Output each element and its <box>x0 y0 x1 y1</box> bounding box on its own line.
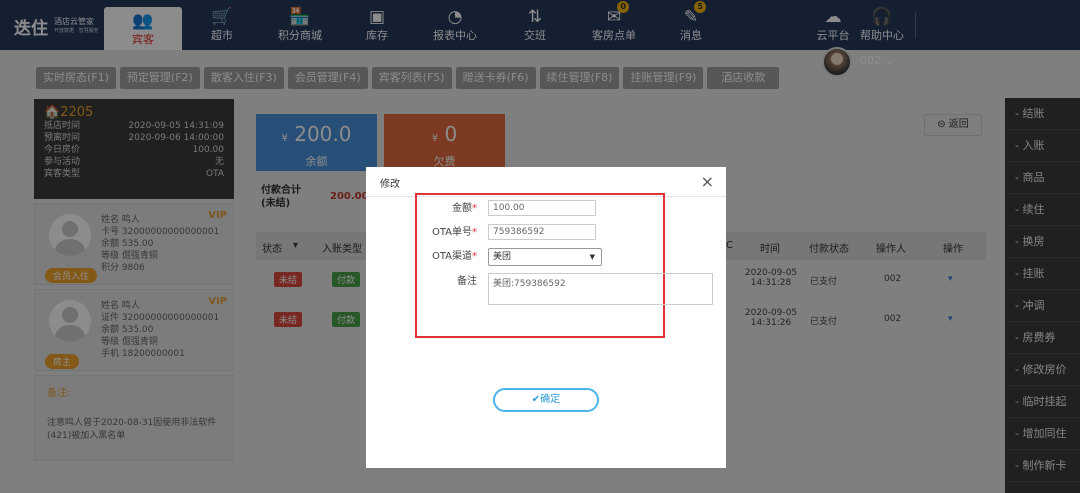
ota-channel-row: OTA渠道* 美团 ▼ <box>366 248 726 266</box>
required-mark: * <box>472 203 477 214</box>
remark-label: 备注 <box>457 276 477 287</box>
ota-number-label: OTA单号* <box>366 224 477 242</box>
ota-channel-label: OTA渠道* <box>366 248 477 266</box>
ota-channel-select[interactable]: 美团 ▼ <box>488 248 602 266</box>
close-icon[interactable]: × <box>701 172 714 191</box>
required-mark: * <box>472 251 477 262</box>
dialog-title: 修改 <box>380 179 400 190</box>
ota-number-input[interactable]: 759386592 <box>488 224 596 240</box>
dropdown-arrow-icon: ▼ <box>589 253 595 261</box>
edit-dialog: 修改 × 金额* 100.00 OTA单号* 759386592 OTA渠道* … <box>366 167 726 468</box>
amount-row: 金额* 100.00 <box>366 200 726 218</box>
ota-number-label-text: OTA单号 <box>431 227 472 238</box>
amount-label-text: 金额 <box>452 203 472 214</box>
ota-channel-value: 美团 <box>493 252 512 262</box>
amount-label: 金额* <box>366 200 477 218</box>
required-mark: * <box>472 227 477 238</box>
confirm-button[interactable]: ✔确定 <box>493 388 599 412</box>
ota-number-row: OTA单号* 759386592 <box>366 224 726 242</box>
ota-channel-label-text: OTA渠道 <box>431 251 472 262</box>
remark-textarea[interactable]: 美团:759386592 <box>488 273 713 305</box>
amount-input[interactable]: 100.00 <box>488 200 596 216</box>
